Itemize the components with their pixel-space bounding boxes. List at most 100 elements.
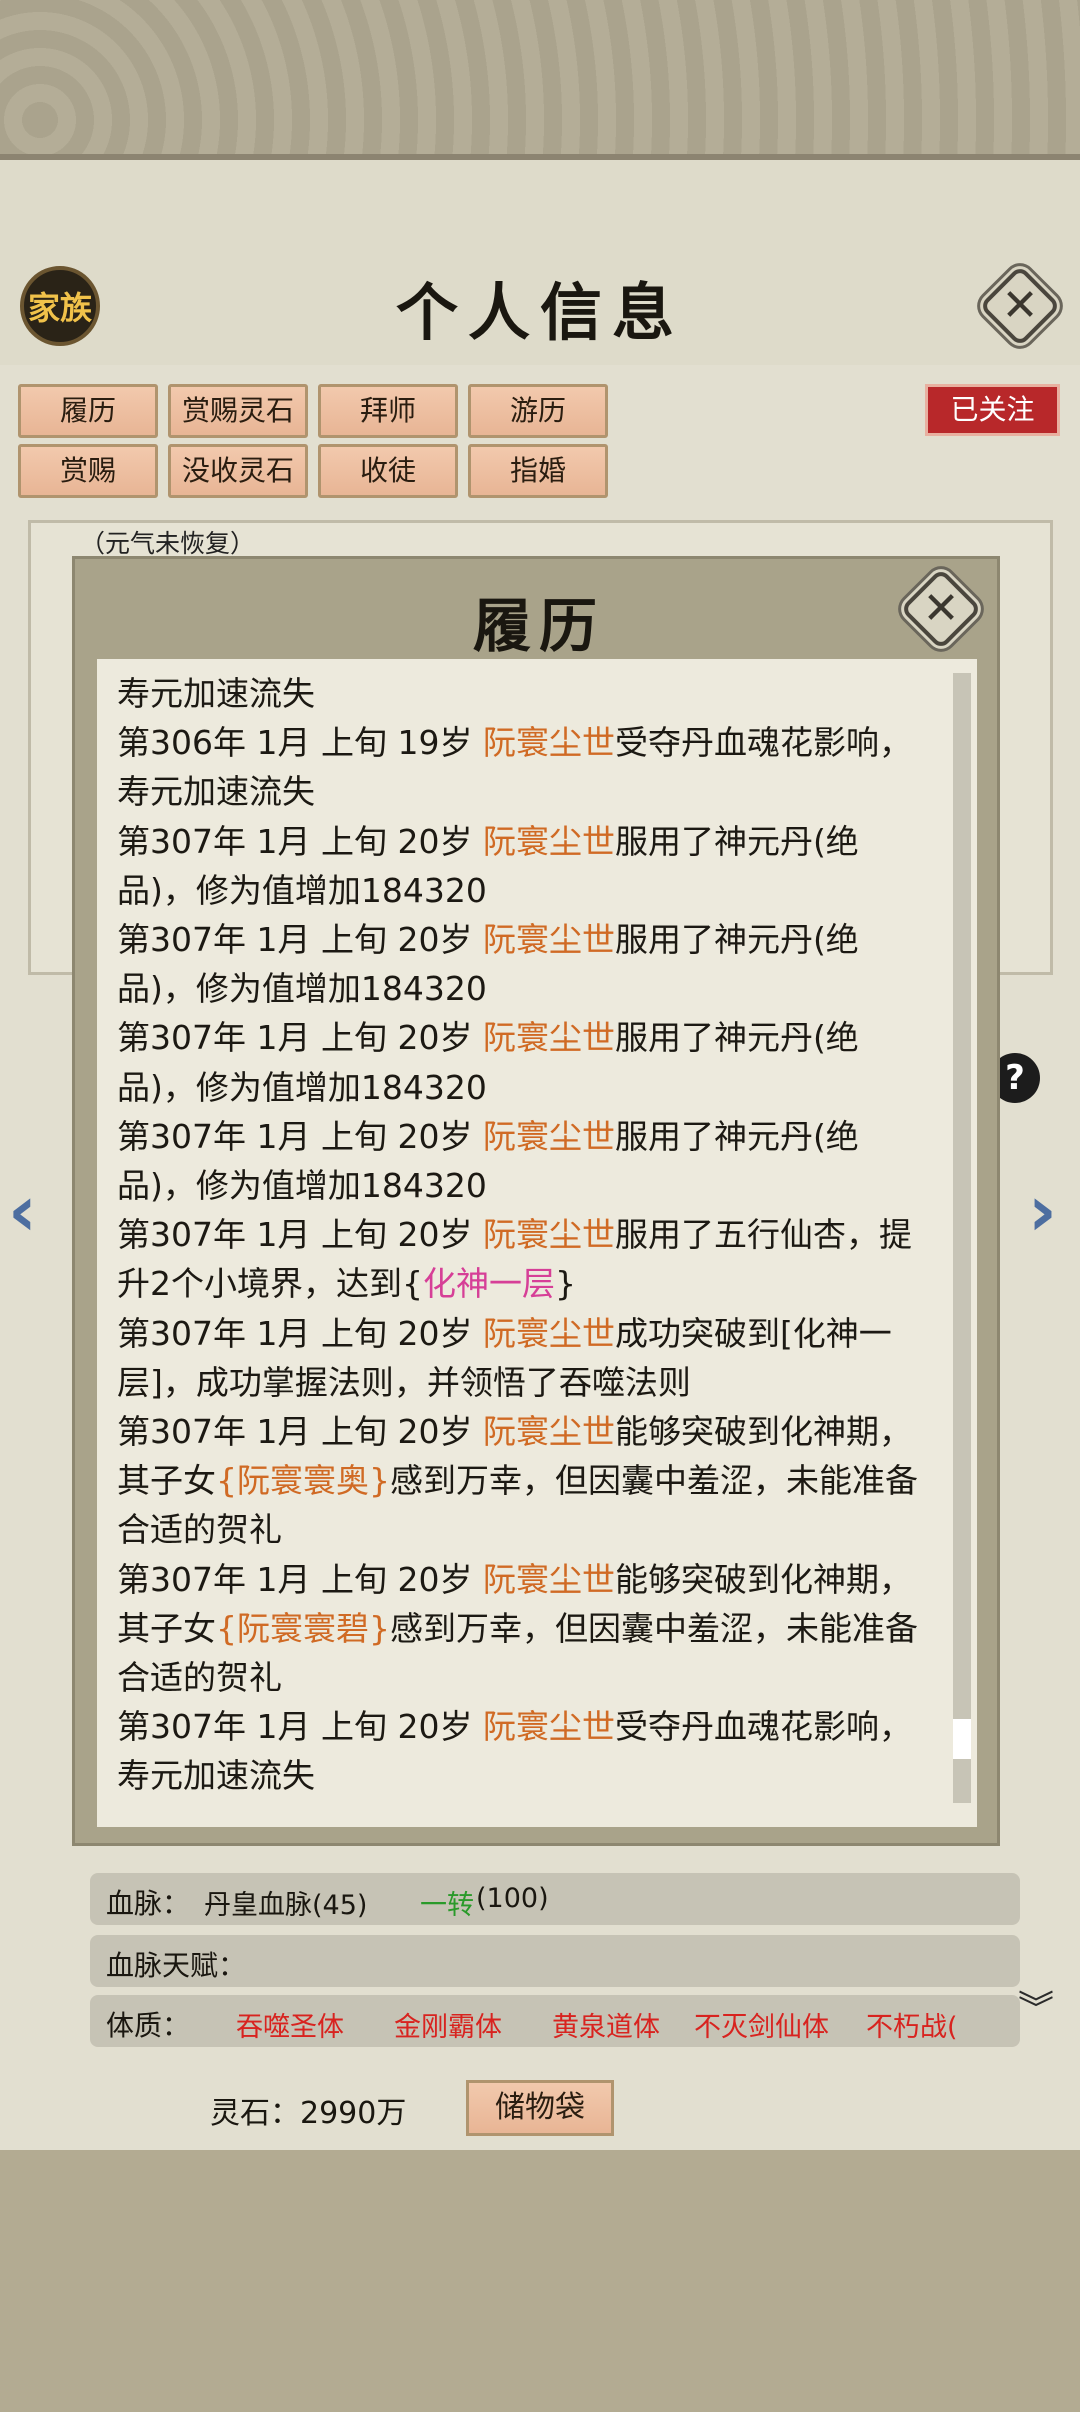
character-name: 阮寰尘世: [482, 1313, 615, 1353]
bloodline-turn: 一转: [420, 1890, 474, 1921]
history-text: 能够突破到化神期，: [614, 1559, 912, 1599]
history-text: 第307年 1月 上旬 20岁: [117, 1116, 483, 1156]
history-line: 其子女{阮寰寰碧}感到万幸，但因囊中羞涩，未能准备: [117, 1604, 945, 1653]
reward-stones-button[interactable]: 赏赐灵石: [168, 384, 308, 438]
physique-item: 吞噬圣体: [236, 2012, 344, 2043]
physique-item: 不灭剑仙体: [694, 2012, 829, 2043]
character-name: {阮寰寰碧}: [216, 1608, 390, 1648]
history-text: 能够突破到化神期，: [614, 1412, 912, 1452]
history-text: 品)，修为值增加184320: [117, 870, 487, 910]
history-line: 合适的贺礼: [117, 1653, 945, 1702]
history-text: 品)，修为值增加184320: [117, 1067, 487, 1107]
history-line: 寿元加速流失: [117, 767, 945, 816]
page-title: 个人信息: [395, 276, 684, 349]
history-text: 感到万幸，但因囊中羞涩，未能准备: [390, 1608, 918, 1648]
scrollbar-thumb[interactable]: [953, 1719, 971, 1759]
chevron-left-icon[interactable]: ‹: [8, 1170, 37, 1252]
history-line: 品)，修为值增加184320: [117, 1063, 945, 1112]
history-text: 其子女: [117, 1461, 216, 1501]
bloodline-value: 丹皇血脉(45): [204, 1890, 368, 1921]
realm-name: 化神一层: [423, 1264, 555, 1304]
character-name: 阮寰尘世: [482, 1116, 615, 1156]
character-name: 阮寰尘世: [482, 1707, 615, 1747]
history-line: 寿元加速流失: [117, 669, 945, 718]
history-modal: 履历 ✕ 寿元加速流失 第306年 1月 上旬 19岁 阮寰尘世受夺丹血魂花影响，…: [72, 556, 1000, 1846]
family-button[interactable]: 家族: [20, 266, 100, 346]
history-text: 寿元加速流失: [117, 772, 315, 812]
physique-item: 不朽战(: [866, 2012, 958, 2043]
chevron-down-icon[interactable]: ︾: [1018, 1980, 1054, 2032]
history-line: 层]，成功掌握法则，并领悟了吞噬法则: [117, 1358, 945, 1407]
close-button[interactable]: ✕: [978, 264, 1062, 348]
character-name: 阮寰尘世: [482, 1559, 615, 1599]
history-text: 服用了神元丹(绝: [614, 821, 859, 861]
confiscate-stones-button[interactable]: 没收灵石: [168, 444, 308, 498]
history-text: 第307年 1月 上旬 20岁: [117, 1313, 483, 1353]
history-line: 第306年 1月 上旬 19岁 阮寰尘世受夺丹血魂花影响，: [117, 718, 945, 767]
history-text: 第307年 1月 上旬 20岁: [117, 1707, 483, 1747]
character-name: 阮寰尘世: [482, 821, 615, 861]
history-line: 品)，修为值增加184320: [117, 1161, 945, 1210]
history-line: 第307年 1月 上旬 20岁 阮寰尘世能够突破到化神期，: [117, 1555, 945, 1604]
physique-item: 黄泉道体: [552, 2012, 660, 2043]
history-line: 品)，修为值增加184320: [117, 866, 945, 915]
history-text: 受夺丹血魂花影响，: [614, 723, 912, 763]
history-line: 第307年 1月 上旬 20岁 阮寰尘世能够突破到化神期，: [117, 1407, 945, 1456]
travel-button[interactable]: 游历: [468, 384, 608, 438]
vigor-status: （元气未恢复）: [80, 529, 256, 558]
chevron-right-icon[interactable]: ›: [1028, 1170, 1057, 1252]
arrange-marriage-button[interactable]: 指婚: [468, 444, 608, 498]
apprentice-button[interactable]: 拜师: [318, 384, 458, 438]
storage-bag-button[interactable]: 储物袋: [466, 2080, 614, 2136]
character-name: 阮寰尘世: [482, 920, 615, 960]
history-text: 合适的贺礼: [117, 1510, 282, 1550]
bloodline-label: 血脉：: [106, 1887, 191, 1920]
history-line: 寿元加速流失: [117, 1751, 945, 1800]
history-text: 其子女: [117, 1608, 216, 1648]
history-text: 服用了五行仙杏，提: [614, 1215, 912, 1255]
take-disciple-button[interactable]: 收徒: [318, 444, 458, 498]
history-text: 受夺丹血魂花影响，: [614, 1707, 912, 1747]
history-text: 第307年 1月 上旬 20岁: [117, 1412, 483, 1452]
history-text: 服用了神元丹(绝: [614, 1116, 859, 1156]
spirit-stones-label: 灵石：2990万: [210, 2096, 407, 2131]
history-line: 第307年 1月 上旬 20岁 阮寰尘世服用了神元丹(绝: [117, 915, 945, 964]
history-text: 服用了神元丹(绝: [614, 920, 859, 960]
bloodline-talent-label: 血脉天赋：: [106, 1949, 247, 1982]
history-line: 第307年 1月 上旬 20岁 阮寰尘世服用了神元丹(绝: [117, 1112, 945, 1161]
history-text: 第307年 1月 上旬 20岁: [117, 1215, 483, 1255]
modal-close-button[interactable]: ✕: [899, 567, 983, 651]
physique-item: 金刚霸体: [394, 2012, 502, 2043]
history-line: 第307年 1月 上旬 20岁 阮寰尘世成功突破到[化神一: [117, 1309, 945, 1358]
history-text: 第307年 1月 上旬 20岁: [117, 920, 483, 960]
top-decorative-band: [0, 0, 1080, 160]
history-log-text: 寿元加速流失 第306年 1月 上旬 19岁 阮寰尘世受夺丹血魂花影响， 寿元加速流…: [117, 669, 945, 1801]
history-log[interactable]: 寿元加速流失 第306年 1月 上旬 19岁 阮寰尘世受夺丹血魂花影响， 寿元加速流…: [97, 659, 977, 1827]
physique-label: 体质：: [106, 2009, 191, 2042]
character-name: 阮寰尘世: [482, 1215, 615, 1255]
character-name: 阮寰尘世: [482, 1018, 615, 1058]
history-line: 升2个小境界，达到{化神一层}: [117, 1259, 945, 1308]
history-text: 合适的贺礼: [117, 1658, 282, 1698]
history-text: 第307年 1月 上旬 20岁: [117, 821, 483, 861]
history-line: 其子女{阮寰寰奥}感到万幸，但因囊中羞涩，未能准备: [117, 1456, 945, 1505]
reward-button[interactable]: 赏赐: [18, 444, 158, 498]
followed-button[interactable]: 已关注: [925, 384, 1060, 436]
history-text: 品)，修为值增加184320: [117, 969, 487, 1009]
bloodline-turn-value: (100): [476, 1883, 549, 1914]
close-icon: ✕: [922, 583, 960, 634]
modal-title: 履历: [472, 592, 605, 660]
history-line: 第307年 1月 上旬 20岁 阮寰尘世服用了神元丹(绝: [117, 817, 945, 866]
history-text: 感到万幸，但因囊中羞涩，未能准备: [390, 1461, 918, 1501]
history-line: 第307年 1月 上旬 20岁 阮寰尘世服用了五行仙杏，提: [117, 1210, 945, 1259]
history-line: 品)，修为值增加184320: [117, 964, 945, 1013]
history-text: 第307年 1月 上旬 20岁: [117, 1559, 483, 1599]
bloodline-talent-row: 血脉天赋：: [90, 1935, 1020, 1987]
history-button[interactable]: 履历: [18, 384, 158, 438]
character-name: {阮寰寰奥}: [216, 1461, 390, 1501]
history-line: 第307年 1月 上旬 20岁 阮寰尘世服用了神元丹(绝: [117, 1013, 945, 1062]
history-text: 寿元加速流失: [117, 1756, 315, 1796]
history-line: 第307年 1月 上旬 20岁 阮寰尘世受夺丹血魂花影响，: [117, 1702, 945, 1751]
scrollbar-track[interactable]: [953, 673, 971, 1803]
physique-row: 体质： 吞噬圣体 金刚霸体 黄泉道体 不灭剑仙体 不朽战(: [90, 1995, 1020, 2047]
